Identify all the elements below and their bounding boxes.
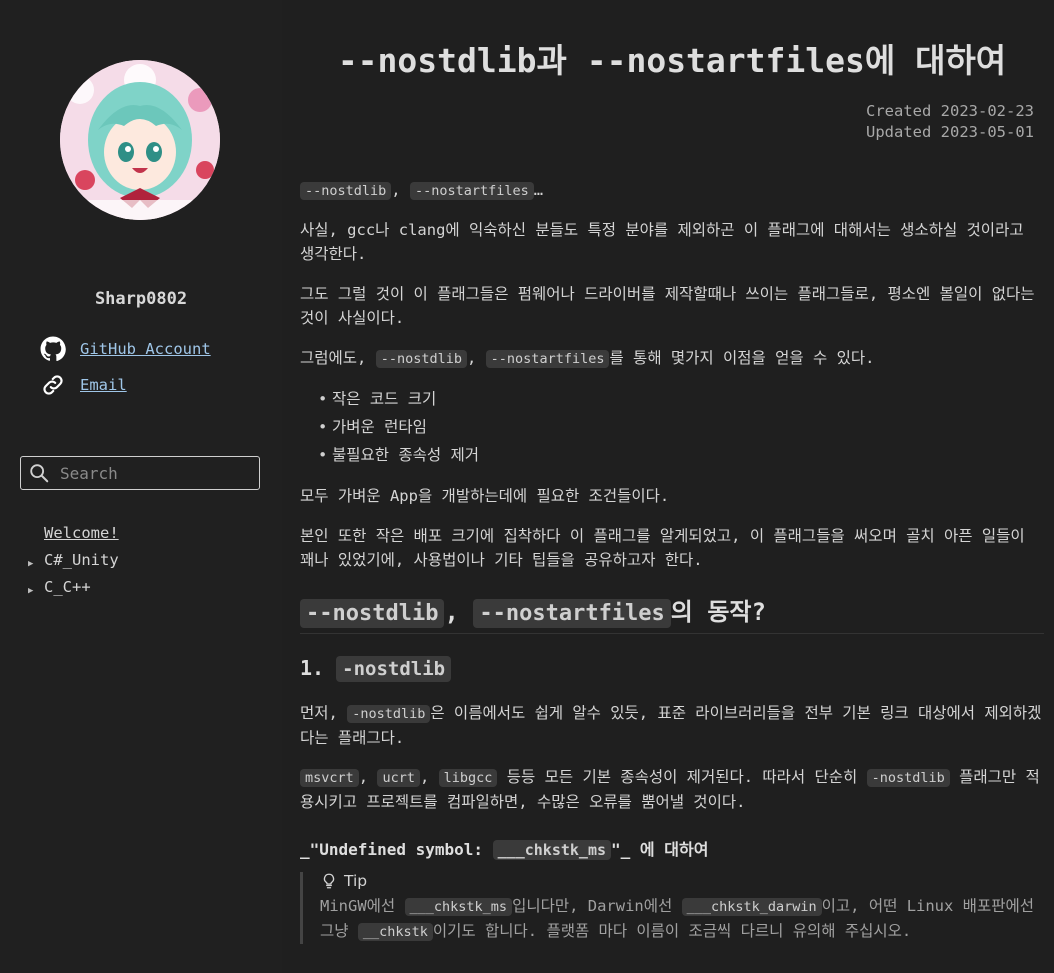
search-box[interactable] xyxy=(20,456,260,490)
separator: , xyxy=(391,181,410,199)
inline-code: --nostartfiles xyxy=(409,182,534,200)
inline-code: ucrt xyxy=(377,769,420,787)
text: 입니다만, Darwin에선 xyxy=(512,897,682,915)
username: Sharp0802 xyxy=(94,289,188,309)
separator: , xyxy=(467,349,486,367)
text: 의 동작? xyxy=(670,598,766,626)
paragraph: 그럼에도, --nostdlib, --nostartfiles 를 통해 몇가지… xyxy=(300,346,1044,371)
inline-code: ___chkstk_ms xyxy=(492,840,612,860)
inline-code: --nostdlib xyxy=(375,350,467,368)
inline-code: __chkstk xyxy=(357,923,433,941)
paragraph: 모두 가벼운 App을 개발하는데에 필요한 조건들이다. xyxy=(300,487,670,505)
search-icon xyxy=(30,464,49,483)
inline-code: libgcc xyxy=(438,769,498,787)
text: _"Undefined symbol: xyxy=(300,840,493,859)
text: "_ 에 대하여 xyxy=(611,840,709,859)
github-icon xyxy=(40,336,66,362)
email-link[interactable]: Email xyxy=(80,376,127,394)
paragraph: 본인 또한 작은 배포 크기에 집착하다 이 플래그를 알게되었고, 이 플래그… xyxy=(300,527,1025,569)
paragraph: 먼저, -nostdlib 은 이름에서도 쉽게 알수 있듯, 표준 라이브러리들… xyxy=(300,701,1044,750)
list-item: 불필요한 종속성 제거 xyxy=(318,441,479,469)
inline-code: ___chkstk_darwin xyxy=(681,898,822,916)
text: 그럼에도, xyxy=(300,349,376,367)
chevron-right-icon[interactable]: ▶ xyxy=(28,559,33,569)
inline-code: ___chkstk_ms xyxy=(404,898,513,916)
updated-date: Updated 2023-05-01 xyxy=(866,123,1034,141)
inline-code: -nostdlib xyxy=(866,769,950,787)
paragraph: 그도 그럴 것이 이 플래그들은 펌웨어나 드라이버를 제작할때나 쓰이는 플래… xyxy=(300,285,1035,327)
created-date: Created 2023-02-23 xyxy=(866,102,1034,120)
inline-code: -nostdlib xyxy=(336,656,452,682)
intro-line: --nostdlib, --nostartfiles… xyxy=(300,178,1044,203)
avatar-illustration xyxy=(60,60,220,220)
inline-code: -nostdlib xyxy=(347,705,431,723)
avatar xyxy=(60,60,220,220)
paragraph: msvcrt, ucrt, libgcc 등등 모든 기본 종속성이 제거된다.… xyxy=(300,768,1040,811)
tip-title: Tip xyxy=(320,872,1044,890)
nav-item-c-cpp[interactable]: C_C++ xyxy=(44,578,91,596)
nav-item-welcome[interactable]: Welcome! xyxy=(44,524,119,542)
tip-callout: Tip MinGW에선 ___chkstk_ms 입니다만, Darwin에선 _… xyxy=(300,872,1044,944)
text: MinGW에선 xyxy=(320,897,405,915)
sidebar: Sharp0802 GitHub Account Email Welcome! … xyxy=(0,0,282,973)
section-heading: --nostdlib, --nostartfiles 의 동작? xyxy=(300,592,1044,634)
github-account-link[interactable]: GitHub Account xyxy=(80,340,211,358)
github-link-row[interactable]: GitHub Account xyxy=(40,336,211,362)
email-link-row[interactable]: Email xyxy=(40,372,127,398)
paragraph: 사실, gcc나 clang에 익숙하신 분들도 특정 분야를 제외하곤 이 플… xyxy=(300,221,1024,263)
inline-code: --nostdlib xyxy=(300,182,392,200)
inline-code: --nostartfiles xyxy=(485,350,610,368)
post-dates: Created 2023-02-23 Updated 2023-05-01 xyxy=(866,101,1034,143)
text: 등등 모든 기본 종속성이 제거된다. 따라서 단순히 xyxy=(497,768,867,786)
text: 를 통해 몇가지 이점을 얻을 수 있다. xyxy=(609,349,875,367)
list-item: 가벼운 런타임 xyxy=(318,413,479,441)
inline-code: msvcrt xyxy=(300,769,359,787)
search-input[interactable] xyxy=(58,462,252,484)
inline-code: --nostartfiles xyxy=(473,599,671,628)
text: 이기도 합니다. 플랫폼 마다 이름이 조금씩 다르니 유의해 주십시오. xyxy=(432,922,912,940)
chevron-right-icon[interactable]: ▶ xyxy=(28,586,33,596)
tip-body: MinGW에선 ___chkstk_ms 입니다만, Darwin에선 ___ch… xyxy=(320,894,1044,944)
inline-code: --nostdlib xyxy=(300,599,445,628)
ellipsis: … xyxy=(533,181,544,199)
text: 먼저, xyxy=(300,704,348,722)
link-icon xyxy=(43,375,63,395)
text: 1. xyxy=(300,656,337,680)
lightbulb-icon xyxy=(323,873,335,889)
benefits-list: 작은 코드 크기 가벼운 런타임 불필요한 종속성 제거 xyxy=(300,385,479,469)
tip-label: Tip xyxy=(344,872,368,890)
page-title: --nostdlib과 --nostartfiles에 대하여 xyxy=(337,41,1007,80)
list-item: 작은 코드 크기 xyxy=(318,385,479,413)
minor-heading: _"Undefined symbol: ___chkstk_ms "_ 에 대하여 xyxy=(300,836,708,860)
separator: , xyxy=(444,598,474,626)
subsection-heading: 1. -nostdlib xyxy=(300,656,452,682)
nav-item-csharp-unity[interactable]: C#_Unity xyxy=(44,551,119,569)
